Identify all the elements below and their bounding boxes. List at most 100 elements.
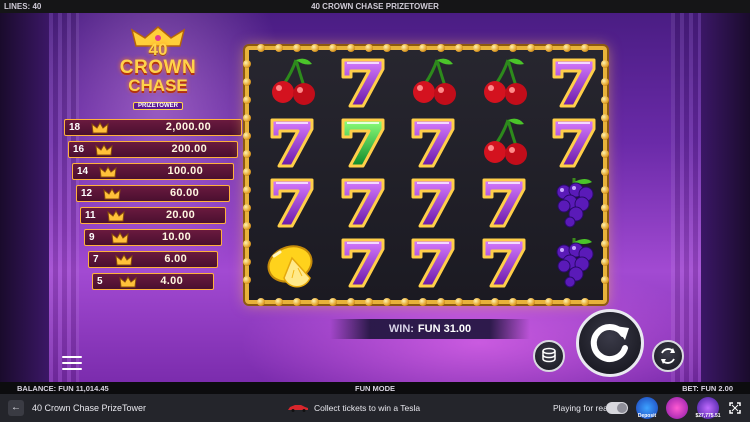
grapes-icon <box>544 234 604 290</box>
frame-stud <box>243 150 251 158</box>
frame-stud <box>509 298 517 306</box>
frame-stud <box>455 44 463 52</box>
ladder-count: 14 <box>73 164 123 179</box>
left-curtain <box>49 13 79 382</box>
crown-icon <box>115 254 133 266</box>
crown-icon <box>95 144 113 156</box>
crown-icon <box>111 232 129 244</box>
frame-stud <box>581 44 589 52</box>
seven-purple-icon <box>544 114 604 170</box>
ladder-value: 4.00 <box>160 275 183 287</box>
frame-stud <box>243 60 251 68</box>
frame-stud <box>437 44 445 52</box>
deposit-badge[interactable]: Deposit <box>636 397 658 419</box>
frame-stud <box>455 298 463 306</box>
frame-stud <box>527 44 535 52</box>
game-title: 40 Crown Chase PrizeTower <box>32 403 147 413</box>
jackpot-badge[interactable]: $27,775.51 <box>695 397 721 419</box>
win-amount: FUN 31.00 <box>417 323 472 335</box>
deposit-label: Deposit <box>637 413 657 419</box>
frame-stud <box>419 44 427 52</box>
frame-stud <box>257 44 265 52</box>
frame-stud <box>527 298 535 306</box>
frame-stud <box>365 44 373 52</box>
frame-stud <box>365 298 373 306</box>
spin-button[interactable] <box>576 309 644 377</box>
lemon-icon <box>262 234 322 290</box>
frame-stud <box>243 96 251 104</box>
frame-stud <box>311 44 319 52</box>
promo-link[interactable]: Collect tickets to win a Tesla <box>314 403 420 413</box>
menu-button[interactable] <box>62 356 82 372</box>
seven-purple-icon <box>333 234 393 290</box>
frame-stud <box>545 44 553 52</box>
frame-stud <box>311 298 319 306</box>
frame-stud <box>243 204 251 212</box>
frame-stud <box>473 298 481 306</box>
left-backdrop <box>0 13 49 382</box>
bet-label[interactable]: BET: FUN 2.00 <box>682 384 733 393</box>
play-real-toggle[interactable] <box>606 402 628 414</box>
frame-stud <box>473 44 481 52</box>
ladder-row: 7 6.00 <box>88 251 218 268</box>
ladder-value: 200.00 <box>171 143 207 155</box>
fullscreen-icon[interactable] <box>729 402 741 414</box>
seven-purple-icon <box>333 174 393 230</box>
menu-icon <box>62 356 82 358</box>
ladder-row: 5 4.00 <box>92 273 214 290</box>
frame-stud <box>491 298 499 306</box>
frame-stud <box>419 298 427 306</box>
ladder-count: 18 <box>65 120 115 135</box>
top-bar: LINES: 40 40 CROWN CHASE PRIZETOWER <box>0 0 750 13</box>
frame-stud <box>491 44 499 52</box>
bonus-badge[interactable] <box>666 397 688 419</box>
seven-purple-icon <box>333 54 393 110</box>
car-icon <box>288 405 308 412</box>
ladder-count: 16 <box>69 142 119 157</box>
seven-purple-icon <box>544 54 604 110</box>
ladder-value: 60.00 <box>169 187 199 199</box>
seven-purple-icon <box>474 174 534 230</box>
cherry-icon <box>262 54 322 110</box>
frame-stud <box>293 44 301 52</box>
grapes-icon <box>544 174 604 230</box>
frame-stud <box>545 298 553 306</box>
logo-subtitle: PRIZETOWER <box>133 102 183 110</box>
autoplay-icon <box>661 348 675 364</box>
frame-stud <box>401 298 409 306</box>
ladder-count: 5 <box>93 274 143 289</box>
back-button[interactable]: ← <box>8 400 24 416</box>
logo-number: 40 <box>148 40 168 59</box>
frame-stud <box>383 44 391 52</box>
frame-stud <box>243 132 251 140</box>
window-title: 40 CROWN CHASE PRIZETOWER <box>311 2 439 11</box>
bottom-bar: ← 40 Crown Chase PrizeTower Collect tick… <box>0 394 750 422</box>
frame-stud <box>243 114 251 122</box>
spin-arrow-icon <box>590 324 629 363</box>
ladder-count: 12 <box>77 186 127 201</box>
frame-stud <box>563 298 571 306</box>
frame-stud <box>275 298 283 306</box>
frame-stud <box>275 44 283 52</box>
seven-purple-icon <box>403 114 463 170</box>
coin-stack-button[interactable] <box>533 340 565 372</box>
right-backdrop <box>701 13 750 382</box>
seven-purple-icon <box>262 114 322 170</box>
seven-purple-icon <box>403 174 463 230</box>
ladder-count: 7 <box>89 252 139 267</box>
cherry-icon <box>474 54 534 110</box>
play-real-label: Playing for real <box>553 403 610 413</box>
frame-stud <box>243 78 251 86</box>
logo-word-chase: CHASE <box>128 76 188 95</box>
coin-stack-icon <box>542 347 556 363</box>
crown-icon <box>99 166 117 178</box>
ladder-value: 10.00 <box>161 231 191 243</box>
logo-word-crown: CROWN <box>119 57 197 78</box>
cherry-icon <box>403 54 463 110</box>
ladder-row: 18 2,000.00 <box>64 119 242 136</box>
ladder-value: 100.00 <box>167 165 203 177</box>
frame-stud <box>329 298 337 306</box>
frame-stud <box>329 44 337 52</box>
autoplay-button[interactable] <box>652 340 684 372</box>
seven-purple-icon <box>474 234 534 290</box>
